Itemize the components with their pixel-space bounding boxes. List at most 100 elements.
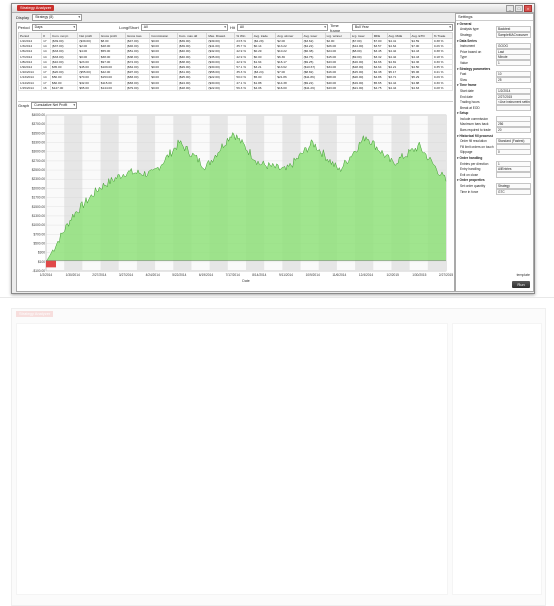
settings-row[interactable]: Time in force GTC	[456, 188, 533, 195]
settings-value[interactable]	[496, 171, 531, 178]
settings-value[interactable]: 20	[496, 127, 531, 134]
x-tick-label: 5/22/2014	[172, 273, 186, 277]
settings-key: Analysis type	[460, 27, 479, 32]
table-cell: $4.63	[409, 84, 433, 91]
graph-dropdown[interactable]: Cumulative Net Profit	[31, 102, 78, 109]
settings-row[interactable]: Slippage 0	[456, 149, 533, 156]
faded-results-panel	[16, 323, 448, 595]
settings-value[interactable]: GTC	[496, 188, 531, 195]
table-cell: $4.06	[251, 84, 277, 91]
table-cell: ($79.00)	[124, 84, 151, 91]
y-tick-label: $2500.00	[32, 168, 46, 172]
table-cell: $0.00	[149, 84, 178, 91]
table-cell: $4.44	[386, 84, 411, 91]
long-short-dropdown[interactable]: All	[140, 24, 228, 31]
x-tick-label: 9/11/2014	[279, 273, 293, 277]
table-cell: 56.3 %	[234, 84, 253, 91]
x-tick-label: 8/14/2014	[252, 273, 266, 277]
hit-dropdown[interactable]: All	[236, 24, 329, 31]
table-cell: ($21.00)	[349, 84, 373, 91]
settings-key: Trading hours	[460, 100, 480, 105]
x-tick-label: 12/4/2014	[359, 273, 373, 277]
close-button[interactable]: ×	[524, 5, 532, 12]
display-value: Strategy (8)	[35, 15, 54, 19]
faded-title-tab: Strategy Analyzer	[16, 311, 54, 317]
maximize-button[interactable]: □	[515, 5, 523, 12]
x-tick-label: 3/27/2014	[119, 273, 133, 277]
time-frame-label: Time frame	[330, 22, 341, 33]
x-tick-label: 11/6/2014	[332, 273, 346, 277]
y-tick-label: $2300.00	[32, 177, 46, 181]
table-body: 1/2/2014 17 ($39.00) ($39.00) $8.00 ($47.00) $…	[17, 37, 454, 91]
table-cell: $147.00	[49, 84, 79, 91]
settings-key: Include commission	[460, 116, 488, 121]
run-button[interactable]: Run	[512, 281, 530, 288]
settings-value[interactable]: SampleMACrossover	[496, 31, 531, 38]
period-dropdown[interactable]: Days	[31, 24, 78, 31]
long-short-label: Long/Short	[119, 25, 139, 30]
settings-row[interactable]: Bars required to trade 20	[456, 127, 533, 134]
settings-key: Entry handling	[460, 167, 481, 172]
settings-row[interactable]: Exit on close	[456, 171, 533, 178]
settings-value[interactable]	[496, 104, 531, 111]
window-title-tab[interactable]: Strategy Analyzer	[17, 5, 55, 11]
table-cell: $65.00	[77, 84, 100, 91]
settings-value[interactable]: 0	[496, 149, 531, 156]
results-table: Period # Cum. net pr. Net profit Gross profi…	[17, 32, 454, 91]
minimize-button[interactable]: _	[506, 5, 514, 12]
title-bar: Strategy Analyzer _ □ ×	[12, 4, 534, 13]
display-dropdown[interactable]: Strategy (8)	[32, 14, 83, 21]
settings-key: ▾ Order properties	[457, 178, 485, 183]
divider	[0, 297, 554, 298]
settings-key: Value	[460, 60, 468, 65]
settings-key: ▾ Time frame	[457, 83, 477, 88]
x-tick-label: 7/17/2014	[226, 273, 240, 277]
loss-area	[46, 260, 56, 268]
filter-bar: Period Days Long/Short All Hit All Time …	[18, 22, 453, 33]
y-tick-label: $1000.00	[32, 223, 46, 227]
period-label: Period	[18, 25, 30, 30]
toolbar: Display Strategy (8)	[16, 14, 83, 21]
faded-window-reflection: Strategy Analyzer	[11, 308, 546, 606]
table-cell: ($11.29)	[301, 84, 326, 91]
settings-header: Settings	[456, 14, 533, 21]
period-value: Days	[34, 25, 43, 29]
graph-label: Graph	[18, 103, 30, 108]
settings-panel: Settings ▾ General Analysis type Backtest S…	[455, 13, 534, 292]
settings-key: Exit on close	[460, 172, 479, 177]
y-tick-label: $300	[38, 251, 45, 255]
x-axis-label: Date	[242, 279, 249, 283]
settings-key: ▾ General	[457, 21, 472, 26]
y-tick-label: $3000.00	[32, 150, 46, 154]
settings-key: Type	[460, 55, 467, 60]
cumulative-profit-chart: -$100.00$100$300$500.00$700.00$1000.00$1…	[32, 113, 453, 283]
table-row[interactable]: 1/15/2014 16 $147.00 $65.00 $144.00 ($79.00) $…	[17, 84, 454, 91]
settings-key: Bars required to trade	[460, 128, 491, 133]
settings-key: ▾ Data Series	[457, 38, 477, 43]
settings-row[interactable]: Strategy SampleMACrossover	[456, 31, 533, 38]
template-link[interactable]: template	[517, 273, 530, 277]
y-tick-label: $500.00	[33, 241, 45, 245]
time-frame-dropdown[interactable]: Bull Year	[351, 24, 453, 31]
y-tick-label: $100	[38, 260, 45, 264]
settings-key: End date	[460, 94, 473, 99]
y-tick-label: $3700.00	[32, 122, 46, 126]
settings-key: Entries per direction	[460, 161, 489, 166]
settings-value[interactable]: 1	[496, 59, 531, 66]
settings-row[interactable]: Break at EOD	[456, 104, 533, 111]
settings-key: ▾ Setup	[457, 111, 469, 116]
time-frame-value: Bull Year	[354, 25, 369, 29]
hit-value: All	[239, 25, 244, 29]
x-tick-label: 10/9/2014	[306, 273, 320, 277]
x-tick-label: 1/2/2014	[40, 273, 53, 277]
settings-row[interactable]: Value 1	[456, 59, 533, 66]
settings-grid: ▾ General Analysis type Backtest Strategy Sa…	[456, 21, 533, 195]
settings-value[interactable]: 25	[496, 76, 531, 83]
table-cell: $4.75	[371, 84, 388, 91]
y-tick-label: $2700.00	[32, 159, 46, 163]
display-label: Display	[16, 15, 30, 20]
y-tick-label: $3500.00	[32, 131, 46, 135]
x-tick-label: 2/27/2015	[439, 273, 453, 277]
graph-bar: Graph Cumulative Net Profit	[18, 101, 453, 109]
settings-row[interactable]: Slow 25	[456, 76, 533, 83]
